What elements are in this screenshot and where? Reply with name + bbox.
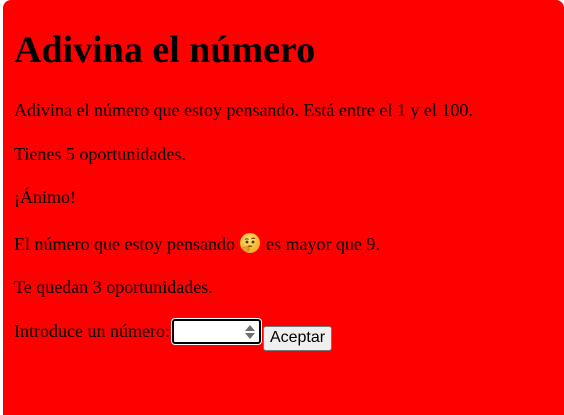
remaining-text: Te quedan 3 oportunidades.	[14, 277, 213, 297]
feedback-line: El número que estoy pensando es mayor qu…	[14, 232, 380, 255]
instructions-text: Adivina el número que estoy pensando. Es…	[14, 100, 473, 120]
guess-number-input[interactable]	[171, 319, 261, 344]
spin-up-icon[interactable]	[244, 325, 255, 331]
thinking-face-icon	[239, 232, 261, 254]
chances-text: Tienes 5 oportunidades.	[14, 144, 186, 164]
page-title: Adivina el número	[14, 29, 316, 71]
guess-label: Introduce un número:	[14, 321, 170, 341]
number-spinner[interactable]	[244, 323, 255, 341]
spin-down-icon[interactable]	[244, 333, 255, 339]
encouragement-text: ¡Ánimo!	[14, 187, 76, 207]
feedback-suffix: es mayor que 9.	[265, 234, 380, 254]
accept-button[interactable]: Aceptar	[262, 325, 333, 351]
feedback-prefix: El número que estoy pensando	[14, 234, 235, 254]
guess-form: Introduce un número: Aceptar	[14, 319, 333, 351]
game-panel: Adivina el número Adivina el número que …	[3, 0, 564, 415]
